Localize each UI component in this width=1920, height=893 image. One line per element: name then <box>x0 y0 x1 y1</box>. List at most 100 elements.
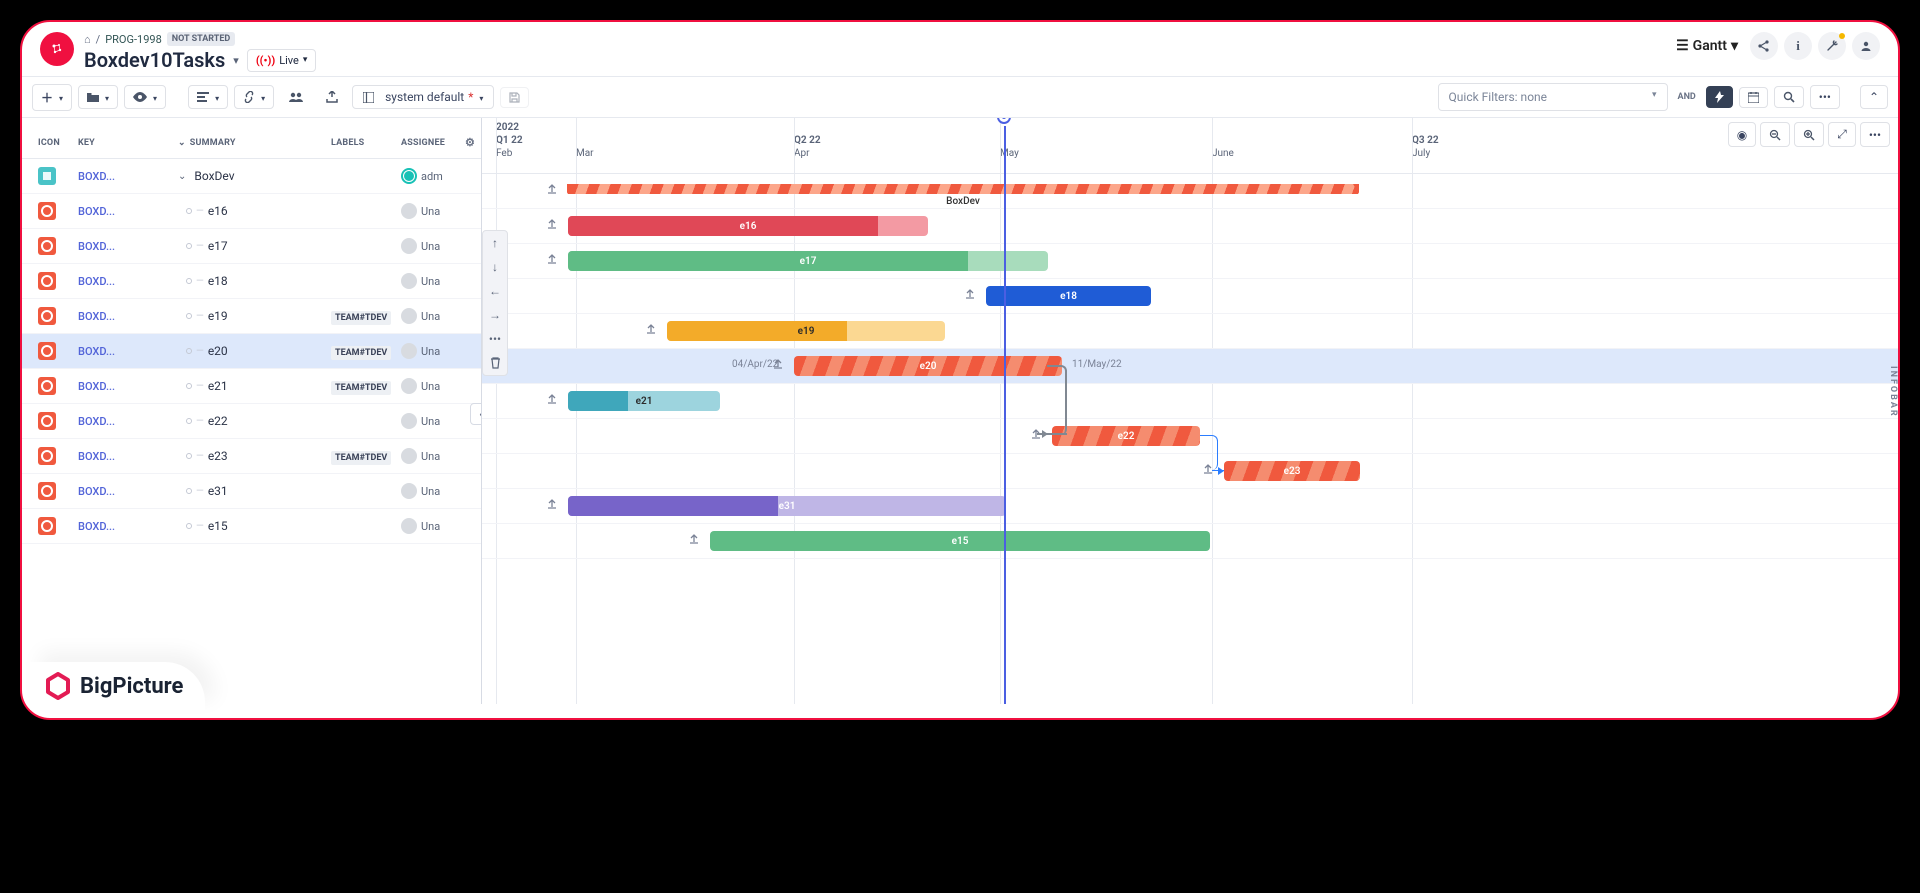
home-icon[interactable]: ⌂ <box>84 33 91 46</box>
col-icon[interactable]: ICON <box>32 138 78 148</box>
assignee-cell[interactable]: Una <box>401 448 471 464</box>
assignee-cell[interactable]: Una <box>401 378 471 394</box>
assignee-cell[interactable]: Una <box>401 273 471 289</box>
row-more-icon[interactable]: ••• <box>483 327 507 351</box>
table-row[interactable]: BOXD...—e20TEAM#TDEVUna <box>22 334 481 369</box>
gantt-row[interactable]: e17 <box>482 244 1898 279</box>
issue-key[interactable]: BOXD... <box>78 380 115 393</box>
view-mode-selector[interactable]: ☰ Gantt ▾ <box>1670 34 1744 58</box>
collapse-panel-icon[interactable]: ‹ <box>470 403 482 425</box>
schedule-up-icon[interactable] <box>964 288 978 302</box>
view-selector[interactable]: system default * <box>352 85 494 109</box>
move-up-icon[interactable]: ↑ <box>483 231 507 255</box>
gantt-bar[interactable]: e18 <box>986 286 1151 306</box>
table-row[interactable]: BOXD...—e31Una <box>22 474 481 509</box>
gantt-bar[interactable]: e22 <box>1052 426 1200 446</box>
add-button[interactable]: ＋ <box>32 84 72 111</box>
issue-key[interactable]: BOXD... <box>78 415 115 428</box>
gantt-row[interactable]: e19 <box>482 314 1898 349</box>
gantt-row[interactable]: 04/Apr/2211/May/22e20 <box>482 349 1898 384</box>
folder-button[interactable] <box>78 85 118 109</box>
issue-key[interactable]: BOXD... <box>78 310 115 323</box>
title-dropdown-icon[interactable]: ▾ <box>233 54 239 67</box>
gantt-bar[interactable]: e16 <box>568 216 928 236</box>
recenter-icon[interactable]: ◉ <box>1728 122 1756 147</box>
breadcrumb-prog[interactable]: PROG-1998 <box>105 33 162 46</box>
quick-filters[interactable]: Quick Filters: none▾ <box>1438 83 1668 111</box>
live-button[interactable]: ((•))Live ▾ <box>247 49 317 72</box>
issue-key[interactable]: BOXD... <box>78 275 115 288</box>
col-assignee[interactable]: ASSIGNEE⚙ <box>401 138 471 148</box>
zoom-in-icon[interactable] <box>1794 122 1824 147</box>
more-button[interactable]: ••• <box>1810 85 1840 109</box>
schedule-up-icon[interactable] <box>546 183 560 197</box>
assignee-cell[interactable]: Una <box>401 413 471 429</box>
issue-key[interactable]: BOXD... <box>78 485 115 498</box>
calendar-button[interactable] <box>1739 87 1768 108</box>
gantt-bar[interactable]: e15 <box>710 531 1210 551</box>
issue-key[interactable]: BOXD... <box>78 450 115 463</box>
zoom-out-icon[interactable] <box>1760 122 1790 147</box>
gantt-row[interactable]: e18 <box>482 279 1898 314</box>
gantt-row[interactable]: e15 <box>482 524 1898 559</box>
move-down-icon[interactable]: ↓ <box>483 255 507 279</box>
eye-button[interactable] <box>124 85 166 109</box>
fullscreen-icon[interactable]: ⤢ <box>1828 122 1856 147</box>
gantt-bar[interactable]: e31 <box>568 496 1006 516</box>
gantt-row[interactable]: e31 <box>482 489 1898 524</box>
table-row[interactable]: BOXD...—e16Una <box>22 194 481 229</box>
col-labels[interactable]: LABELS <box>331 138 401 148</box>
col-key[interactable]: KEY <box>78 138 158 148</box>
col-summary[interactable]: ⌄SUMMARY <box>158 138 331 148</box>
align-button[interactable] <box>188 85 228 109</box>
issue-key[interactable]: BOXD... <box>78 240 115 253</box>
table-row[interactable]: BOXD...—e19TEAM#TDEVUna <box>22 299 481 334</box>
table-row[interactable]: BOXD...—e18Una <box>22 264 481 299</box>
save-button[interactable] <box>500 87 529 108</box>
gantt-row[interactable]: e16 <box>482 209 1898 244</box>
issue-key[interactable]: BOXD... <box>78 205 115 218</box>
info-icon[interactable]: i <box>1784 32 1812 60</box>
gantt-bar[interactable]: BoxDev <box>568 184 1358 194</box>
export-button[interactable] <box>318 87 346 107</box>
user-icon[interactable] <box>1852 32 1880 60</box>
schedule-up-icon[interactable] <box>546 393 560 407</box>
schedule-up-icon[interactable] <box>688 533 702 547</box>
assignee-cell[interactable]: Una <box>401 238 471 254</box>
search-button[interactable] <box>1774 86 1804 108</box>
assignee-cell[interactable]: Una <box>401 483 471 499</box>
settings-wrench-icon[interactable] <box>1818 32 1846 60</box>
bolt-button[interactable] <box>1706 86 1733 108</box>
collapse-up-button[interactable]: ⌃ <box>1860 85 1888 109</box>
gantt-bar[interactable]: e21 <box>568 391 720 411</box>
gantt-row[interactable]: e23 <box>482 454 1898 489</box>
gantt-row[interactable]: e21 <box>482 384 1898 419</box>
infobar-label[interactable]: INFOBAR <box>1886 358 1898 426</box>
assignee-cell[interactable]: Una <box>401 308 471 324</box>
gantt-row[interactable]: BoxDev <box>482 174 1898 209</box>
issue-key[interactable]: BOXD... <box>78 170 115 183</box>
share-icon[interactable] <box>1750 32 1778 60</box>
assignee-cell[interactable]: Una <box>401 203 471 219</box>
table-row[interactable]: BOXD...—e15Una <box>22 509 481 544</box>
group-button[interactable] <box>280 87 312 107</box>
schedule-up-icon[interactable] <box>546 498 560 512</box>
gantt-bar[interactable]: e20 <box>794 356 1062 376</box>
gantt-bar[interactable]: e19 <box>667 321 945 341</box>
table-row[interactable]: BOXD...—e23TEAM#TDEVUna <box>22 439 481 474</box>
table-row[interactable]: BOXD...—e21TEAM#TDEVUna <box>22 369 481 404</box>
table-row[interactable]: BOXD...—e17Una <box>22 229 481 264</box>
gantt-chart[interactable]: 2022 Q1 22Q2 22Q3 22 FebMarAprMayJuneJul… <box>482 118 1898 704</box>
assignee-cell[interactable]: adm <box>401 168 471 184</box>
schedule-up-icon[interactable] <box>546 218 560 232</box>
delete-icon[interactable] <box>483 351 507 375</box>
issue-key[interactable]: BOXD... <box>78 520 115 533</box>
table-row[interactable]: BOXD...—e22Una <box>22 404 481 439</box>
indent-icon[interactable]: → <box>483 303 507 327</box>
more-gantt-icon[interactable]: ••• <box>1860 122 1890 147</box>
gantt-bar[interactable]: e23 <box>1224 461 1360 481</box>
link-button[interactable] <box>234 85 274 109</box>
schedule-up-icon[interactable] <box>546 253 560 267</box>
table-row[interactable]: BOXD...⌄BoxDevadm <box>22 159 481 194</box>
outdent-icon[interactable]: ← <box>483 279 507 303</box>
